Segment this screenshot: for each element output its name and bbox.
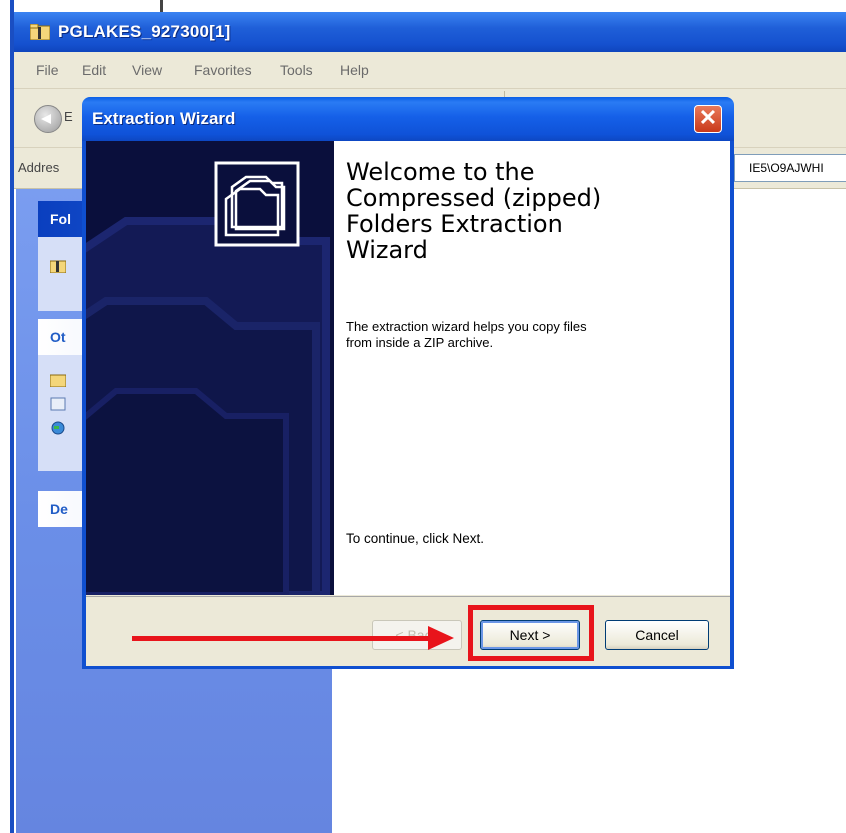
menu-tools[interactable]: Tools: [280, 62, 313, 78]
menu-view[interactable]: View: [132, 62, 162, 78]
close-button[interactable]: ✕: [694, 105, 722, 133]
wizard-inner: Welcome to the Compressed (zipped) Folde…: [86, 141, 730, 666]
wizard-description: The extraction wizard helps you copy fil…: [346, 319, 587, 350]
other-places-title: Ot: [50, 329, 66, 345]
zip-folder-icon[interactable]: [50, 259, 66, 273]
explorer-title: PGLAKES_927300[1]: [58, 22, 231, 41]
address-input[interactable]: IE5\O9AJWHI: [734, 154, 846, 182]
folder-icon[interactable]: [50, 373, 66, 387]
wizard-continue-text: To continue, click Next.: [346, 531, 485, 546]
menu-bar: File Edit View Favorites Tools Help: [14, 52, 846, 89]
cancel-button[interactable]: Cancel: [605, 620, 709, 650]
next-highlight-box: [468, 605, 594, 661]
wizard-body: Welcome to the Compressed (zipped) Folde…: [334, 141, 730, 595]
menu-edit[interactable]: Edit: [82, 62, 106, 78]
wizard-button-bar: < Back Next > Cancel: [86, 596, 730, 666]
wizard-titlebar[interactable]: Extraction Wizard ✕: [82, 97, 734, 141]
wizard-banner-graphic: [86, 141, 334, 595]
menu-file[interactable]: File: [36, 62, 59, 78]
folder-tasks-title: Fol: [50, 211, 71, 227]
details-title: De: [50, 501, 68, 517]
extraction-wizard-dialog: Extraction Wizard ✕ Welcome to the Compr…: [82, 97, 734, 669]
menu-help[interactable]: Help: [340, 62, 369, 78]
documents-icon[interactable]: [50, 397, 66, 411]
address-value: IE5\O9AJWHI: [749, 161, 824, 175]
wizard-frame: Welcome to the Compressed (zipped) Folde…: [82, 141, 734, 669]
wizard-heading: Welcome to the Compressed (zipped) Folde…: [346, 158, 602, 264]
menu-favorites[interactable]: Favorites: [194, 62, 252, 78]
annotation-arrow-shaft: [132, 636, 432, 641]
folder-watermark-graphic: [86, 161, 330, 595]
wizard-title: Extraction Wizard: [92, 109, 236, 128]
back-label[interactable]: E: [64, 109, 73, 124]
annotation-arrow-head: [428, 626, 454, 650]
network-globe-icon[interactable]: [50, 421, 66, 435]
back-arrow-icon[interactable]: [34, 105, 62, 133]
zip-folder-icon: [30, 24, 50, 40]
address-label: Addres: [18, 160, 60, 175]
folders-icon-frame: [214, 161, 300, 247]
explorer-titlebar[interactable]: PGLAKES_927300[1]: [14, 12, 846, 52]
desktop-gap: [0, 0, 846, 12]
